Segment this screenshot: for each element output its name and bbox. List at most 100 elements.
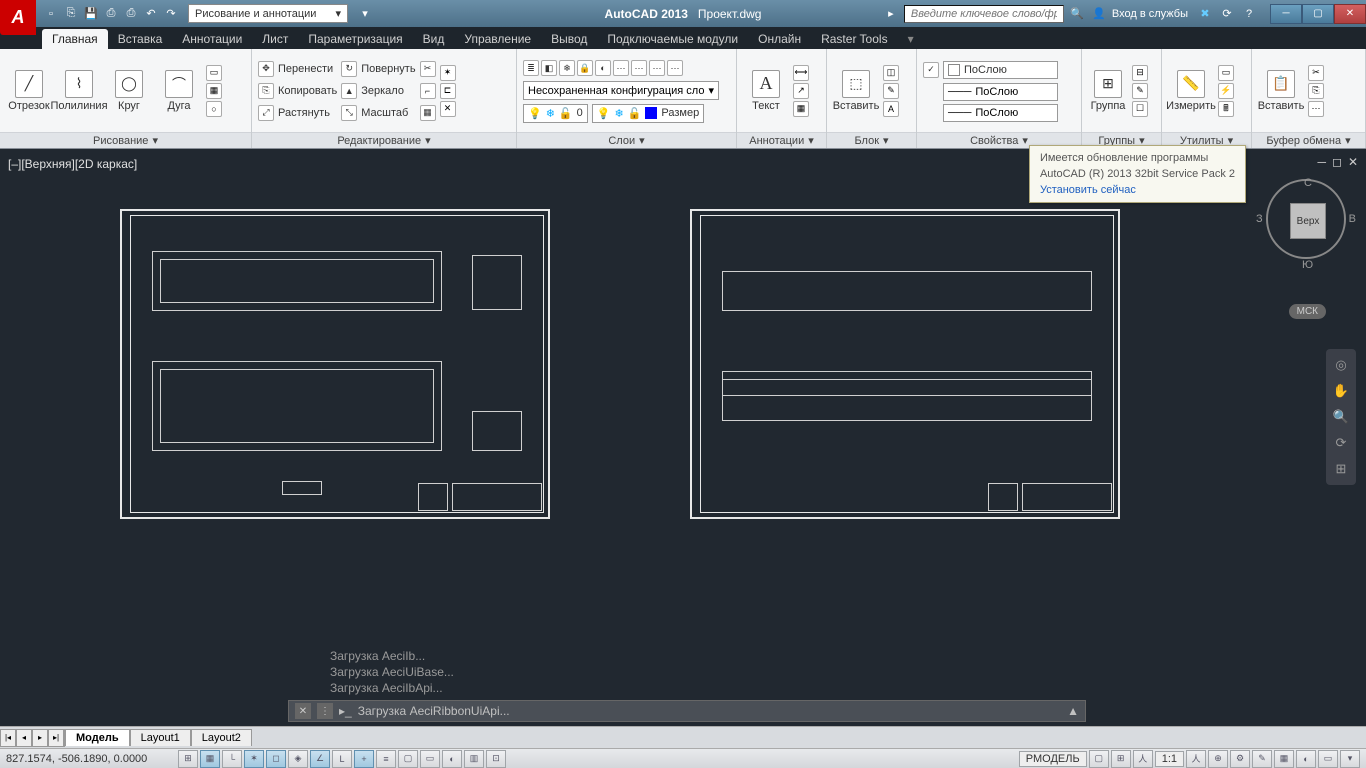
ellipse-icon[interactable]: ○	[206, 101, 222, 117]
ducs-btn[interactable]: L	[332, 750, 352, 768]
tab-layout1[interactable]: Layout1	[130, 729, 191, 746]
scale-label[interactable]: 1:1	[1155, 751, 1184, 767]
sb2-icon[interactable]: ⊞	[1111, 750, 1131, 768]
array-icon[interactable]: ▦	[420, 105, 436, 121]
match-icon[interactable]: ✓	[923, 62, 939, 78]
explode-icon[interactable]: ✶	[440, 65, 456, 81]
panel-clip-title[interactable]: Буфер обмена ▾	[1252, 132, 1365, 148]
groupsel-icon[interactable]: ☐	[1132, 101, 1148, 117]
layeriso-icon[interactable]: ◧	[541, 60, 557, 76]
rotate-button[interactable]: ↻Повернуть	[341, 59, 415, 79]
move-button[interactable]: ✥Перенести	[258, 59, 337, 79]
tab-manage[interactable]: Управление	[454, 29, 541, 49]
wheel-icon[interactable]: ◎	[1331, 355, 1351, 375]
osnap-btn[interactable]: ◻	[266, 750, 286, 768]
close-button[interactable]: ✕	[1334, 4, 1366, 24]
layerstate-combo[interactable]: Несохраненная конфигурация сло▾	[523, 81, 719, 100]
qselect-icon[interactable]: ⚡	[1218, 83, 1234, 99]
minimize-button[interactable]: ─	[1270, 4, 1302, 24]
sb9-icon[interactable]: ▭	[1318, 750, 1338, 768]
pan-icon[interactable]: ✋	[1331, 381, 1351, 401]
search-input[interactable]	[904, 5, 1064, 23]
panel-block-title[interactable]: Блок ▾	[827, 132, 916, 148]
polyline-button[interactable]: ⌇Полилиния	[56, 52, 102, 130]
stretch-button[interactable]: ⤢Растянуть	[258, 103, 337, 123]
help-icon[interactable]: ?	[1240, 5, 1258, 23]
tab-output[interactable]: Вывод	[541, 29, 597, 49]
command-line[interactable]: ✕ ⋮ ▸_ Загрузка AeciRibbonUiApi... ▲	[288, 700, 1086, 722]
leader-icon[interactable]: ↗	[793, 83, 809, 99]
signin-icon[interactable]: 👤	[1090, 5, 1108, 23]
tab-insert[interactable]: Вставка	[108, 29, 173, 49]
panel-layers-title[interactable]: Слои ▾	[517, 132, 736, 148]
grid-btn[interactable]: ▦	[200, 750, 220, 768]
tb-btn[interactable]: ⊡	[486, 750, 506, 768]
table-icon[interactable]: ▦	[793, 101, 809, 117]
text-button[interactable]: AТекст	[743, 52, 789, 130]
orbit-icon[interactable]: ⟳	[1331, 433, 1351, 453]
open-icon[interactable]: ⎘	[62, 5, 80, 23]
arc-button[interactable]: ⌒Дуга	[156, 52, 202, 130]
maximize-button[interactable]: ▢	[1302, 4, 1334, 24]
tab-layout2[interactable]: Layout2	[191, 729, 252, 746]
polar-btn[interactable]: ✶	[244, 750, 264, 768]
hatch-icon[interactable]: ▦	[206, 83, 222, 99]
circle-button[interactable]: ◯Круг	[106, 52, 152, 130]
redo-icon[interactable]: ↷	[162, 5, 180, 23]
am-btn[interactable]: ▥	[464, 750, 484, 768]
fillet-icon[interactable]: ⌐	[420, 83, 436, 99]
lay-prev-icon[interactable]: ◂	[16, 729, 32, 747]
offset-icon[interactable]: ⊏	[440, 83, 456, 99]
sb4-icon[interactable]: ⊕	[1208, 750, 1228, 768]
signin-label[interactable]: Вход в службы	[1112, 8, 1188, 20]
line-button[interactable]: ╱Отрезок	[6, 52, 52, 130]
undo-icon[interactable]: ↶	[142, 5, 160, 23]
tab-model[interactable]: Модель	[65, 729, 130, 746]
insert-button[interactable]: ⬚Вставить	[833, 52, 879, 130]
layermore3-icon[interactable]: ⋯	[649, 60, 665, 76]
layeroff-icon[interactable]: ◐	[595, 60, 611, 76]
tab-param[interactable]: Параметризация	[298, 29, 412, 49]
layermore1-icon[interactable]: ⋯	[613, 60, 629, 76]
lay-last-icon[interactable]: ▸|	[48, 729, 64, 747]
showmo-icon[interactable]: ⊞	[1331, 459, 1351, 479]
sb10-icon[interactable]: ▾	[1340, 750, 1360, 768]
viewcube[interactable]: С Ю В З Верх	[1266, 179, 1346, 259]
cmd-close-icon[interactable]: ✕	[295, 703, 311, 719]
create-block-icon[interactable]: ◫	[883, 65, 899, 81]
lay-first-icon[interactable]: |◂	[0, 729, 16, 747]
paste-button[interactable]: 📋Вставить	[1258, 52, 1304, 130]
attr-icon[interactable]: A	[883, 101, 899, 117]
sc-btn[interactable]: ◐	[442, 750, 462, 768]
vp-close-icon[interactable]: ✕	[1348, 155, 1358, 169]
cut-icon[interactable]: ✂	[1308, 65, 1324, 81]
layermore4-icon[interactable]: ⋯	[667, 60, 683, 76]
qp-btn[interactable]: ▭	[420, 750, 440, 768]
cmd-handle-icon[interactable]: ⋮	[317, 703, 333, 719]
search-icon[interactable]: 🔍	[1068, 5, 1086, 23]
update-icon[interactable]: ⟳	[1218, 5, 1236, 23]
calc-icon[interactable]: 🖩	[1218, 101, 1234, 117]
copyc-icon[interactable]: ⎘	[1308, 83, 1324, 99]
lineweight-combo[interactable]: ─── ПоСлою	[943, 83, 1058, 101]
viewcube-top[interactable]: Верх	[1290, 203, 1326, 239]
install-now-link[interactable]: Установить сейчас	[1040, 184, 1136, 196]
tpy-btn[interactable]: ▢	[398, 750, 418, 768]
vp-min-icon[interactable]: ─	[1317, 155, 1326, 169]
workspace-combo[interactable]: Рисование и аннотации ▾	[188, 4, 348, 23]
saveas-icon[interactable]: ⎙	[102, 5, 120, 23]
title-arrow-icon[interactable]: ▸	[882, 5, 900, 23]
linetype-combo[interactable]: ─── ПоСлою	[943, 104, 1058, 122]
panel-draw-title[interactable]: Рисование ▾	[0, 132, 251, 148]
plot-icon[interactable]: ⎙	[122, 5, 140, 23]
tab-arrow-icon[interactable]: ▾	[898, 29, 924, 49]
vp-max-icon[interactable]: ◻	[1332, 155, 1342, 169]
sb6-icon[interactable]: ✎	[1252, 750, 1272, 768]
drawing-viewport[interactable]: Имеется обновление программы AutoCAD (R)…	[0, 149, 1366, 726]
dim-icon[interactable]: ⟷	[793, 65, 809, 81]
snap-btn[interactable]: ⊞	[178, 750, 198, 768]
layerprops-icon[interactable]: ≣	[523, 60, 539, 76]
tab-raster[interactable]: Raster Tools	[811, 29, 897, 49]
layermore2-icon[interactable]: ⋯	[631, 60, 647, 76]
viewport-label[interactable]: [–][Верхняя][2D каркас]	[8, 157, 137, 171]
